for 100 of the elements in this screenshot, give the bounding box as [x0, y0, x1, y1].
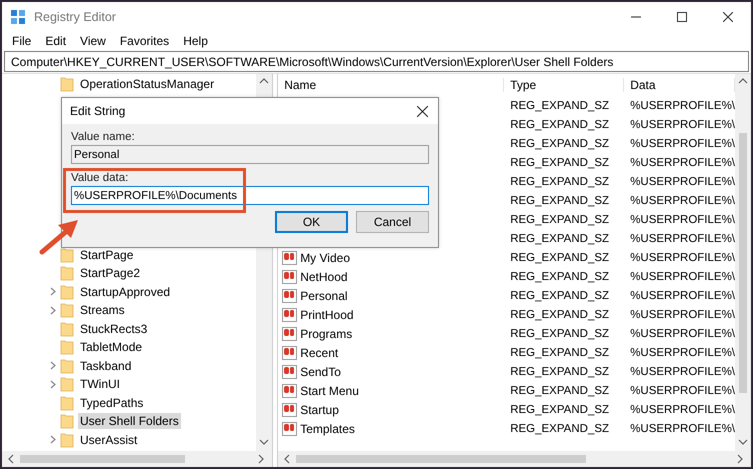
- folder-icon: [60, 432, 74, 448]
- folder-icon: [60, 265, 74, 282]
- tree-item[interactable]: Taskband: [78, 358, 134, 374]
- value-name-field[interactable]: Personal: [71, 145, 429, 164]
- folder-icon: [60, 339, 74, 356]
- value-name[interactable]: Personal: [300, 288, 348, 302]
- close-icon[interactable]: [417, 106, 428, 116]
- string-value-icon: [282, 402, 298, 416]
- table-cell-text: REG_EXPAND_SZ: [509, 214, 610, 226]
- table-cell-text: REG_EXPAND_SZ: [509, 404, 610, 416]
- scrollbar[interactable]: [2, 451, 272, 467]
- table-cell-text: %USERPROFILE%\: [629, 118, 735, 130]
- table-cell-text: REG_EXPAND_SZ: [509, 232, 610, 244]
- dialog-button[interactable]: OK: [275, 211, 348, 233]
- app-icon: [10, 8, 26, 24]
- string-value-icon: [282, 422, 298, 436]
- tree-item[interactable]: StuckRects3: [78, 320, 150, 337]
- table-cell-text: %USERPROFILE%\: [629, 176, 735, 188]
- value-name[interactable]: PrintHood: [300, 308, 354, 322]
- table-cell-text: REG_EXPAND_SZ: [509, 328, 610, 340]
- folder-icon: [60, 302, 74, 318]
- tree-item[interactable]: TWinUI: [78, 376, 122, 392]
- folder-icon: [60, 413, 74, 430]
- folder-icon: [60, 320, 74, 337]
- folder-icon: [60, 246, 74, 263]
- table-cell-text: REG_EXPAND_SZ: [509, 384, 610, 396]
- string-value-icon: [282, 364, 298, 378]
- address-bar[interactable]: Computer\HKEY_CURRENT_USER\SOFTWARE\Microsoft\Windows\CurrentVersion\Explorer\User Shell Folders: [4, 51, 749, 72]
- string-value-icon: [282, 346, 298, 360]
- dialog-title: Edit String: [70, 104, 126, 118]
- string-value-icon: [282, 288, 298, 302]
- string-value-icon: [282, 326, 298, 340]
- tree-item[interactable]: TypedPaths: [78, 394, 146, 411]
- window-title: Registry Editor: [34, 10, 117, 24]
- table-cell-text: %USERPROFILE%\: [629, 404, 735, 416]
- scrollbar[interactable]: [278, 451, 751, 467]
- table-cell-text: REG_EXPAND_SZ: [509, 422, 610, 434]
- table-cell-text: %USERPROFILE%\: [629, 156, 735, 168]
- menu-item[interactable]: Favorites: [114, 34, 178, 48]
- folder-icon: [60, 376, 74, 392]
- table-cell-text: REG_EXPAND_SZ: [509, 176, 610, 188]
- tree-item[interactable]: UserAssist: [78, 432, 140, 448]
- table-cell-text: REG_EXPAND_SZ: [509, 194, 610, 206]
- dialog-button[interactable]: Cancel: [356, 211, 429, 233]
- table-cell-text: %USERPROFILE%\: [629, 308, 735, 320]
- table-cell-text: %USERPROFILE%\: [629, 270, 735, 282]
- folder-icon: [60, 394, 74, 411]
- table-cell-text: %USERPROFILE%\: [629, 232, 735, 244]
- value-name[interactable]: Start Menu: [300, 384, 359, 398]
- value-data-field[interactable]: %USERPROFILE%\Documents: [71, 186, 429, 205]
- menu-item[interactable]: Help: [177, 34, 216, 48]
- tree-item[interactable]: User Shell Folders: [78, 413, 181, 430]
- table-cell-text: REG_EXPAND_SZ: [509, 308, 610, 320]
- table-cell-text: %USERPROFILE%\: [629, 100, 735, 112]
- table-cell-text: REG_EXPAND_SZ: [509, 290, 610, 302]
- string-value-icon: [282, 308, 298, 322]
- tree-item[interactable]: StartPage: [78, 246, 136, 263]
- table-cell-text: REG_EXPAND_SZ: [509, 270, 610, 282]
- menu-item[interactable]: Edit: [39, 34, 74, 48]
- table-cell-text: %USERPROFILE%\: [629, 422, 735, 434]
- tree-item[interactable]: StartupApproved: [78, 284, 172, 300]
- table-cell-text: %USERPROFILE%\: [629, 214, 735, 226]
- value-name[interactable]: Startup: [300, 402, 339, 416]
- scrollbar[interactable]: [735, 74, 751, 451]
- string-value-icon: [282, 250, 298, 264]
- tree-item[interactable]: Streams: [78, 302, 127, 318]
- string-value-icon: [282, 384, 298, 398]
- table-cell-text: %USERPROFILE%\: [629, 366, 735, 378]
- table-cell-text: %USERPROFILE%\: [629, 384, 735, 396]
- table-cell-text: %USERPROFILE%\: [629, 194, 735, 206]
- tree-item[interactable]: TabletMode: [78, 339, 144, 356]
- column-header[interactable]: Name: [278, 78, 504, 92]
- table-cell-text: REG_EXPAND_SZ: [509, 100, 610, 112]
- value-name[interactable]: SendTo: [300, 364, 341, 378]
- close-icon[interactable]: [723, 12, 733, 22]
- value-name[interactable]: Programs: [300, 326, 352, 340]
- folder-icon: [60, 284, 74, 300]
- menu-item[interactable]: View: [74, 34, 114, 48]
- table-cell-text: %USERPROFILE%\: [629, 328, 735, 340]
- menu-item[interactable]: File: [6, 34, 40, 48]
- table-cell-text: %USERPROFILE%\: [629, 252, 735, 264]
- maximize-icon[interactable]: [677, 12, 687, 22]
- tree-item[interactable]: StartPage2: [78, 265, 142, 282]
- value-name[interactable]: My Video: [300, 250, 350, 264]
- table-cell-text: REG_EXPAND_SZ: [509, 118, 610, 130]
- table-cell-text: REG_EXPAND_SZ: [509, 252, 610, 264]
- value-name[interactable]: Templates: [300, 422, 355, 436]
- table-cell-text: REG_EXPAND_SZ: [509, 366, 610, 378]
- table-cell-text: REG_EXPAND_SZ: [509, 138, 610, 150]
- field-label: Value name:: [71, 131, 136, 143]
- chevron-icon[interactable]: [50, 435, 56, 444]
- tree-item[interactable]: OperationStatusManager: [78, 76, 216, 92]
- table-cell-text: REG_EXPAND_SZ: [509, 346, 610, 358]
- folder-icon: [60, 358, 74, 374]
- value-name[interactable]: NetHood: [300, 270, 348, 284]
- table-cell-text: REG_EXPAND_SZ: [509, 156, 610, 168]
- table-cell-text: %USERPROFILE%\: [629, 290, 735, 302]
- column-header[interactable]: Type: [504, 78, 624, 92]
- folder-icon: [60, 76, 74, 92]
- value-name[interactable]: Recent: [300, 346, 338, 360]
